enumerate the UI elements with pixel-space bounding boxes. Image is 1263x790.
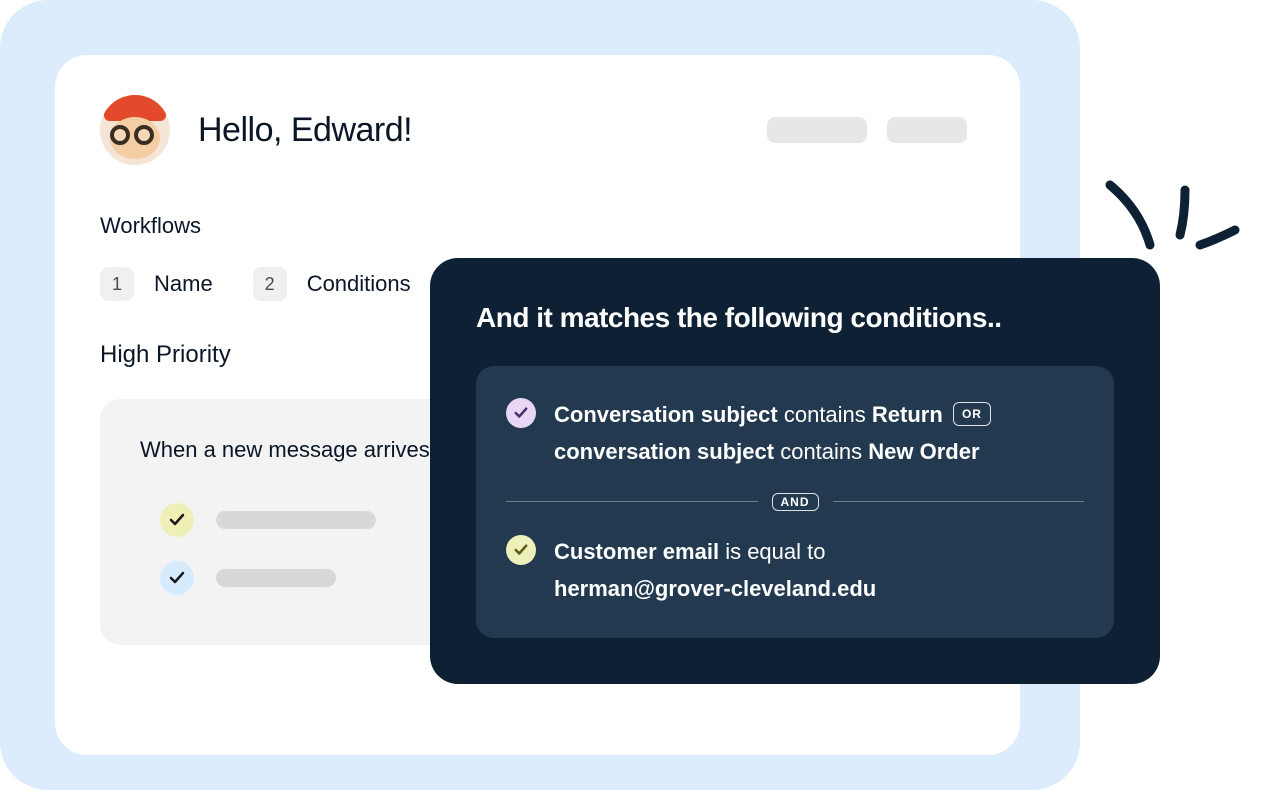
check-icon: [506, 398, 536, 428]
or-pill: OR: [953, 402, 991, 426]
value: New Order: [868, 439, 979, 464]
and-pill: AND: [772, 493, 819, 511]
header-left: Hello, Edward!: [100, 95, 412, 165]
condition-rule-2[interactable]: Customer email is equal to herman@grover…: [506, 533, 1084, 608]
field: Customer email: [554, 539, 719, 564]
step-number-1[interactable]: 1: [100, 267, 134, 301]
condition-rule-1[interactable]: Conversation subject contains Return OR …: [506, 396, 1084, 471]
step-number-2[interactable]: 2: [253, 267, 287, 301]
value: Return: [872, 402, 943, 427]
conditions-panel: And it matches the following conditions.…: [430, 258, 1160, 684]
and-divider: AND: [506, 493, 1084, 511]
greeting-text: Hello, Edward!: [198, 111, 412, 150]
header-actions: [767, 117, 975, 143]
condition-rule-2-text: Customer email is equal to herman@grover…: [554, 533, 1084, 608]
operator: contains: [784, 402, 866, 427]
step-label-name[interactable]: Name: [154, 271, 213, 297]
section-title-workflows: Workflows: [100, 213, 975, 239]
header: Hello, Edward!: [100, 95, 975, 165]
avatar[interactable]: [100, 95, 170, 165]
operator: contains: [780, 439, 862, 464]
divider-line: [506, 501, 758, 502]
operator: is equal to: [725, 539, 825, 564]
trigger-option-label-placeholder: [216, 569, 336, 587]
field: conversation subject: [554, 439, 774, 464]
conditions-panel-title: And it matches the following conditions.…: [476, 302, 1114, 334]
conditions-group: Conversation subject contains Return OR …: [476, 366, 1114, 638]
header-action-placeholder-1[interactable]: [767, 117, 867, 143]
check-icon: [506, 535, 536, 565]
trigger-option-label-placeholder: [216, 511, 376, 529]
step-label-conditions[interactable]: Conditions: [307, 271, 411, 297]
divider-line: [833, 501, 1085, 502]
condition-rule-1-text: Conversation subject contains Return OR …: [554, 396, 1084, 471]
header-action-placeholder-2[interactable]: [887, 117, 967, 143]
value: herman@grover-cleveland.edu: [554, 576, 876, 601]
check-icon: [160, 561, 194, 595]
check-icon: [160, 503, 194, 537]
field: Conversation subject: [554, 402, 778, 427]
